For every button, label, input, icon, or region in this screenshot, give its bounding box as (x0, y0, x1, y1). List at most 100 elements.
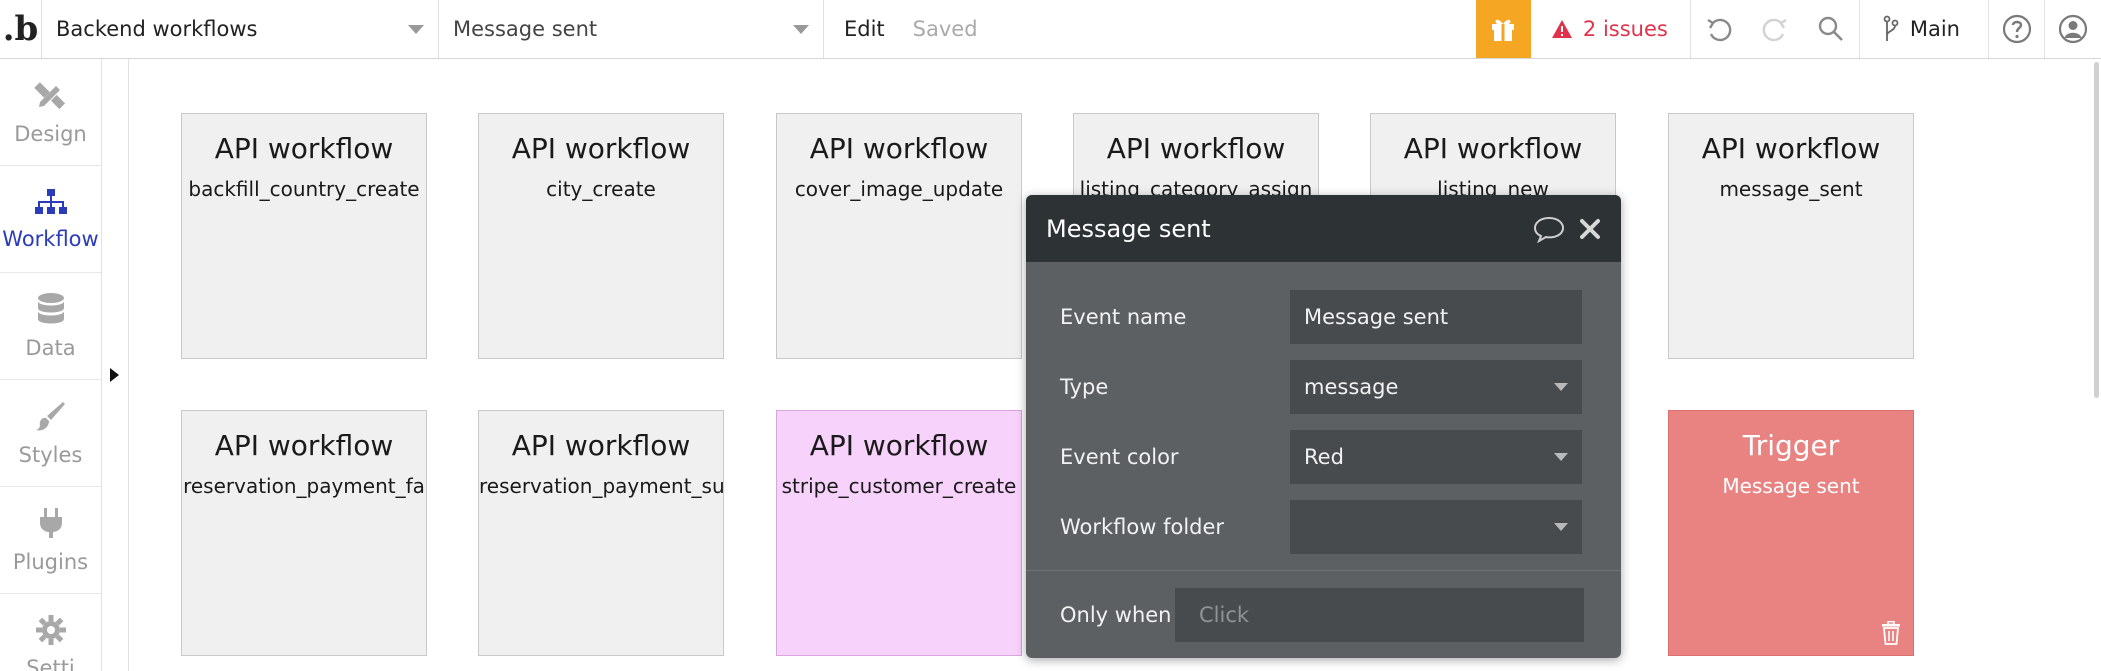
sidebar-item-design[interactable]: Design (0, 59, 101, 166)
workflow-folder-dropdown[interactable] (1290, 500, 1582, 554)
saved-status: Saved (912, 17, 978, 41)
modal-body: Event name Message sent Type message Eve… (1026, 262, 1621, 554)
help-icon (2002, 14, 2031, 44)
branch-name: Main (1909, 17, 1960, 41)
card-subtitle: reservation_payment_su (479, 474, 724, 498)
workflow-card[interactable]: API workflow message_sent (1668, 113, 1914, 359)
card-title: API workflow (1106, 132, 1286, 165)
card-subtitle: city_create (546, 177, 656, 201)
workflow-card[interactable]: API workflow city_create (478, 113, 724, 359)
event-property-editor: Message sent Event name Message sent Typ… (1026, 195, 1621, 658)
sidebar-item-settings[interactable]: Setti (0, 594, 101, 671)
account-button[interactable] (2045, 0, 2101, 58)
card-title: Trigger (1742, 429, 1840, 462)
chevron-down-icon (1554, 383, 1568, 391)
top-bar: .b Backend workflows Message sent Edit S… (0, 0, 2101, 59)
gift-icon (1492, 19, 1515, 41)
workflow-folder-row: Workflow folder (1060, 500, 1585, 554)
trigger-card[interactable]: Trigger Message sent (1668, 410, 1914, 656)
edit-status: Edit Saved (824, 0, 978, 58)
plug-icon (39, 508, 62, 538)
event-color-row: Event color Red (1060, 430, 1585, 484)
type-row: Type message (1060, 360, 1585, 414)
edit-menu[interactable]: Edit (844, 17, 885, 41)
event-name-label: Event name (1060, 305, 1187, 329)
card-title: API workflow (214, 429, 394, 462)
left-sidebar: Design Workflow Data Styles Plugins Sett… (0, 59, 102, 671)
event-color-label: Event color (1060, 445, 1179, 469)
vertical-scrollbar[interactable] (2094, 62, 2099, 398)
expand-panel-arrow-icon[interactable] (110, 368, 119, 382)
database-icon (37, 293, 64, 324)
workflow-card[interactable]: API workflow backfill_country_create (181, 113, 427, 359)
card-title: API workflow (511, 429, 691, 462)
comment-icon[interactable] (1533, 215, 1565, 243)
event-selector[interactable]: Message sent (439, 0, 824, 58)
undo-button[interactable] (1691, 0, 1747, 58)
sidebar-item-label: Setti (26, 656, 75, 671)
sidebar-item-data[interactable]: Data (0, 273, 101, 380)
workflow-card-selected[interactable]: API workflow stripe_customer_create (776, 410, 1022, 656)
only-when-label: Only when (1060, 603, 1172, 627)
card-subtitle: backfill_country_create (188, 177, 420, 201)
sidebar-item-label: Plugins (12, 550, 89, 574)
page-selector[interactable]: Backend workflows (42, 0, 439, 58)
card-title: API workflow (809, 132, 989, 165)
workflow-card[interactable]: API workflow cover_image_update (776, 113, 1022, 359)
event-name-input[interactable]: Message sent (1290, 290, 1582, 344)
sidebar-item-plugins[interactable]: Plugins (0, 487, 101, 594)
help-button[interactable] (1989, 0, 2045, 58)
top-right-controls: 2 issues Main (1475, 0, 2101, 58)
close-icon[interactable] (1579, 218, 1601, 240)
workflow-card[interactable]: API workflow reservation_payment_su (478, 410, 724, 656)
card-subtitle: reservation_payment_fa (183, 474, 425, 498)
bubble-logo[interactable]: .b (0, 0, 42, 58)
modal-title: Message sent (1046, 214, 1211, 243)
sidebar-item-label: Data (25, 336, 76, 360)
event-name-row: Event name Message sent (1060, 290, 1585, 344)
chevron-down-icon (793, 24, 809, 34)
event-selector-value: Message sent (453, 17, 598, 41)
sitemap-icon (34, 189, 67, 214)
modal-header-icons (1533, 215, 1601, 243)
branch-selector[interactable]: Main (1858, 0, 1989, 58)
chevron-down-icon (1554, 453, 1568, 461)
redo-button[interactable] (1747, 0, 1803, 58)
user-avatar-icon (2058, 14, 2088, 44)
sidebar-item-workflow[interactable]: Workflow (0, 166, 101, 273)
card-title: API workflow (511, 132, 691, 165)
warning-icon (1551, 20, 1572, 38)
chevron-down-icon (408, 24, 424, 34)
type-value: message (1304, 375, 1399, 399)
redo-icon (1762, 18, 1787, 42)
modal-header[interactable]: Message sent (1026, 195, 1621, 262)
sidebar-item-styles[interactable]: Styles (0, 380, 101, 487)
chevron-down-icon (1554, 523, 1568, 531)
gift-button[interactable] (1475, 0, 1531, 58)
event-color-value: Red (1304, 445, 1344, 469)
workflow-card[interactable]: API workflow reservation_payment_fa (181, 410, 427, 656)
branch-icon (1883, 15, 1899, 41)
event-name-value: Message sent (1304, 305, 1449, 329)
card-subtitle: message_sent (1719, 177, 1863, 201)
brush-icon (35, 402, 65, 431)
card-title: API workflow (214, 132, 394, 165)
undo-icon (1707, 18, 1732, 42)
card-title: API workflow (1403, 132, 1583, 165)
only-when-placeholder: Click (1199, 603, 1250, 627)
search-button[interactable] (1803, 0, 1859, 58)
sidebar-item-label: Workflow (2, 227, 99, 251)
type-dropdown[interactable]: message (1290, 360, 1582, 414)
card-subtitle: Message sent (1722, 474, 1860, 498)
issues-button[interactable]: 2 issues (1531, 0, 1691, 58)
only-when-row: Only when Click (1060, 588, 1584, 642)
trash-icon[interactable] (1881, 621, 1901, 645)
card-subtitle: stripe_customer_create (781, 474, 1017, 498)
sidebar-item-label: Design (14, 122, 87, 146)
card-title: API workflow (809, 429, 989, 462)
gear-icon (35, 615, 66, 645)
page-selector-value: Backend workflows (56, 17, 258, 41)
only-when-condition-input[interactable]: Click (1175, 588, 1584, 642)
event-color-dropdown[interactable]: Red (1290, 430, 1582, 484)
issues-count: 2 issues (1582, 17, 1668, 41)
